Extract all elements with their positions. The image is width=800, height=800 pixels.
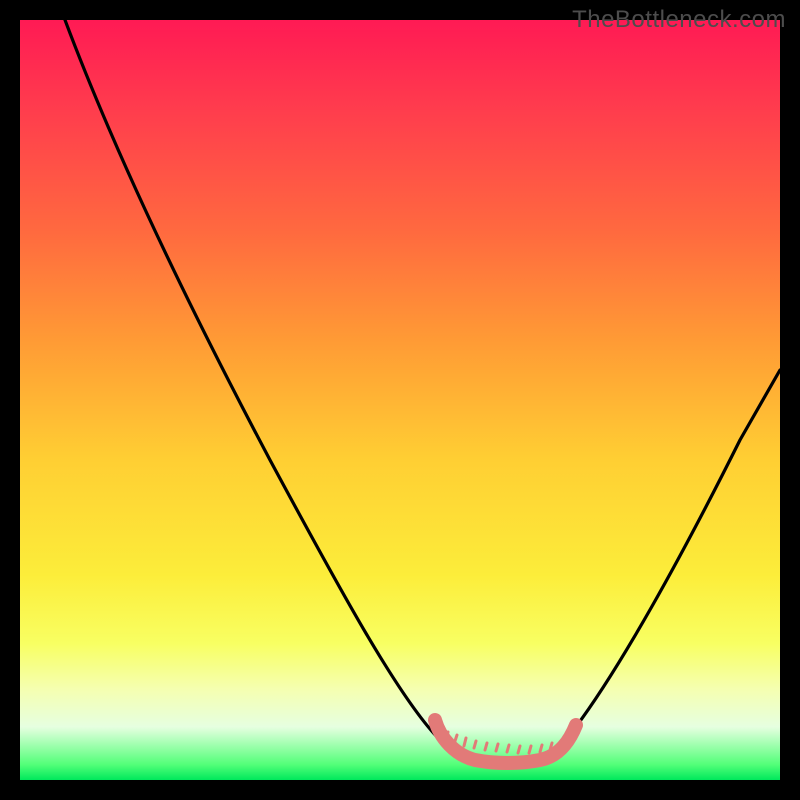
plot-area: [20, 20, 780, 780]
main-curve: [65, 20, 780, 761]
curve-svg: [20, 20, 780, 780]
watermark-text: TheBottleneck.com: [572, 6, 786, 34]
chart-frame: TheBottleneck.com: [0, 0, 800, 800]
